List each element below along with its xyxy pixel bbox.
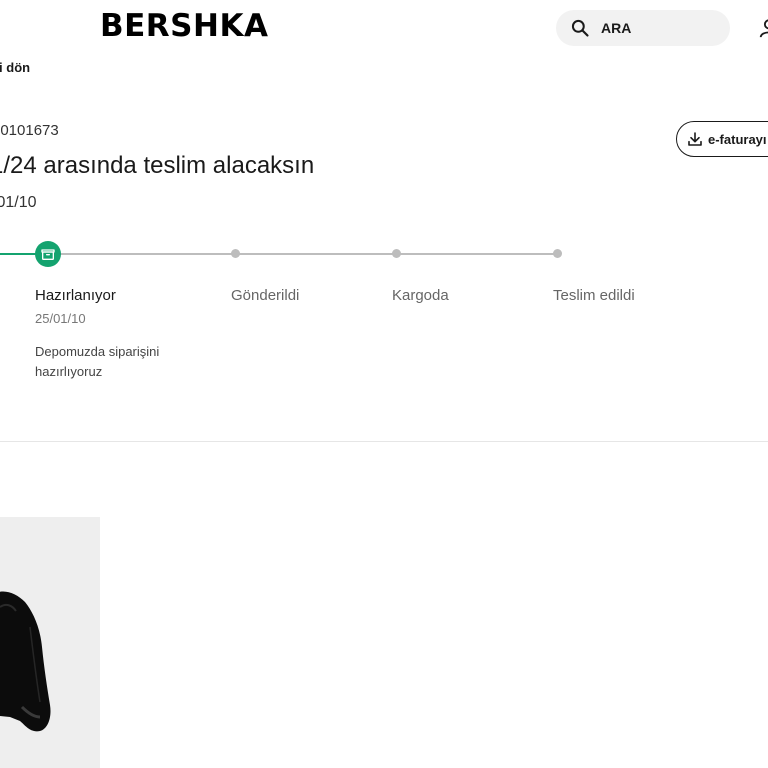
download-invoice-button[interactable]: e-faturayı: [676, 121, 768, 157]
step-label-preparing: Hazırlanıyor: [35, 287, 116, 304]
package-icon: [41, 249, 55, 260]
step-marker-shipped: [231, 249, 240, 258]
search-icon: [571, 19, 589, 37]
product-image[interactable]: [0, 517, 100, 768]
brand-logo[interactable]: BERSHKA: [100, 8, 268, 44]
user-icon[interactable]: [758, 17, 768, 39]
search-bar[interactable]: [556, 10, 730, 46]
order-date: /01/10: [0, 194, 37, 211]
step-marker-delivered: [553, 249, 562, 258]
step-marker-active: [35, 241, 61, 267]
step-label-delivered: Teslim edildi: [553, 287, 635, 304]
step-date-preparing: 25/01/10: [35, 311, 86, 326]
section-divider: [0, 441, 768, 442]
back-link[interactable]: ri dön: [0, 60, 30, 75]
step-marker-in-transit: [392, 249, 401, 258]
progress-line-pending: [60, 253, 558, 255]
step-label-shipped: Gönderildi: [231, 287, 300, 304]
delivery-estimate-title: 1/24 arasında teslim alacaksın: [0, 152, 315, 179]
invoice-button-label: e-faturayı: [708, 131, 767, 147]
order-number: 00101673: [0, 122, 59, 139]
jacket-image: [0, 591, 51, 732]
download-icon: [688, 132, 702, 146]
progress-line-completed: [0, 253, 36, 255]
search-input[interactable]: [599, 19, 713, 37]
step-description-preparing: Depomuzda siparişini hazırlıyoruz: [35, 344, 160, 379]
step-label-in-transit: Kargoda: [392, 287, 449, 304]
